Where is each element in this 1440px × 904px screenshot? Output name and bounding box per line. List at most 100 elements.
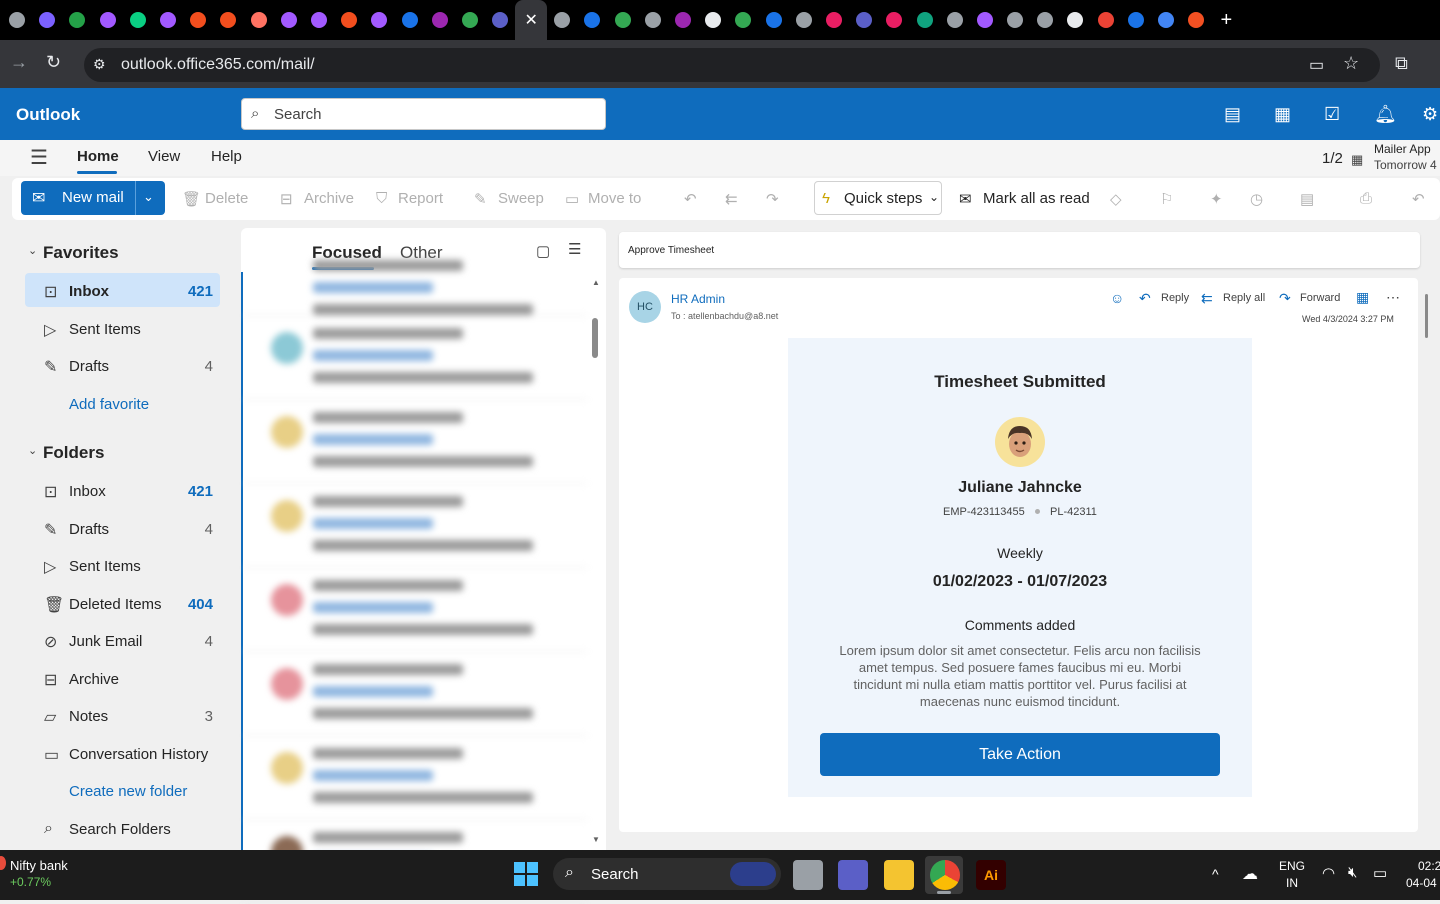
chevron-down-icon[interactable]: ⌄: [143, 189, 154, 205]
browser-tab[interactable]: [970, 0, 1000, 40]
browser-tab[interactable]: [1000, 0, 1030, 40]
new-tab-button[interactable]: +: [1211, 9, 1241, 32]
task-view-icon[interactable]: [793, 860, 823, 890]
teams-icon[interactable]: [838, 860, 868, 890]
forward-button[interactable]: Forward: [1300, 292, 1340, 304]
apps-grid-icon[interactable]: ▦: [1356, 289, 1369, 306]
sweep-icon[interactable]: ✎: [474, 190, 487, 208]
file-explorer-icon[interactable]: [884, 860, 914, 890]
settings-gear-icon[interactable]: ⚙: [1422, 104, 1438, 125]
browser-tab[interactable]: [608, 0, 638, 40]
install-app-icon[interactable]: ▭: [1309, 55, 1324, 75]
speaker-muted-icon[interactable]: 🔇︎: [1348, 864, 1357, 881]
take-action-button[interactable]: Take Action: [820, 733, 1220, 776]
clock-time[interactable]: 02:2: [1418, 859, 1440, 873]
emoji-react-icon[interactable]: ☺: [1110, 290, 1124, 306]
browser-tab[interactable]: [244, 0, 274, 40]
select-all-icon[interactable]: ▢: [536, 242, 550, 260]
reload-icon[interactable]: ↻: [46, 52, 61, 73]
more-actions-icon[interactable]: ⋯: [1386, 289, 1400, 306]
reply-icon[interactable]: ↶: [1139, 290, 1151, 307]
browser-tab[interactable]: [274, 0, 304, 40]
snooze-clock-icon[interactable]: ◷: [1250, 190, 1263, 208]
archive-icon[interactable]: ⊟: [280, 190, 293, 208]
browser-tab[interactable]: [425, 0, 455, 40]
delete-button[interactable]: Delete: [205, 190, 248, 207]
list-item[interactable]: [243, 484, 587, 568]
browser-tab[interactable]: [334, 0, 364, 40]
favorites-collapse-icon[interactable]: ⌄: [28, 244, 37, 257]
browser-tab[interactable]: [394, 0, 424, 40]
print-icon[interactable]: ⎙: [1360, 190, 1372, 207]
browser-tab[interactable]: [849, 0, 879, 40]
language-indicator[interactable]: ENG: [1279, 859, 1305, 873]
reply-icon[interactable]: ↶: [684, 190, 697, 208]
move-to-icon[interactable]: ▭: [565, 190, 579, 208]
browser-tab[interactable]: [577, 0, 607, 40]
scroll-up-icon[interactable]: ▲: [592, 278, 600, 287]
browser-tab[interactable]: [304, 0, 334, 40]
quick-steps-chevron-icon[interactable]: ⌄: [929, 190, 939, 204]
browser-tab[interactable]: [213, 0, 243, 40]
folders-header[interactable]: Folders: [43, 443, 104, 463]
browser-tab[interactable]: [364, 0, 394, 40]
notifications-bell-icon[interactable]: 🔔︎: [1374, 104, 1397, 125]
browser-tab[interactable]: [879, 0, 909, 40]
pin-icon[interactable]: ✦: [1210, 190, 1223, 208]
quick-steps-button[interactable]: Quick steps: [844, 190, 922, 207]
chrome-icon[interactable]: [930, 860, 960, 890]
illustrator-icon[interactable]: Ai: [976, 860, 1006, 890]
sender-avatar[interactable]: HC: [629, 291, 661, 323]
browser-tab[interactable]: [183, 0, 213, 40]
reply-all-icon[interactable]: ⇇: [725, 190, 738, 208]
browser-tab[interactable]: [909, 0, 939, 40]
browser-tab[interactable]: [668, 0, 698, 40]
sweep-button[interactable]: Sweep: [498, 190, 544, 207]
bookmark-star-icon[interactable]: ☆: [1343, 53, 1359, 74]
browser-tab[interactable]: [728, 0, 758, 40]
browser-tab[interactable]: [1181, 0, 1211, 40]
reply-all-icon[interactable]: ⇇: [1201, 290, 1213, 307]
folders-collapse-icon[interactable]: ⌄: [28, 444, 37, 457]
browser-tab[interactable]: [789, 0, 819, 40]
todo-icon[interactable]: ☑: [1324, 104, 1340, 125]
wifi-icon[interactable]: ◠: [1322, 864, 1335, 882]
browser-tab[interactable]: [62, 0, 92, 40]
browser-tab[interactable]: [1121, 0, 1151, 40]
word-icon[interactable]: ▦: [1274, 104, 1291, 125]
browser-tab[interactable]: [638, 0, 668, 40]
browser-tab[interactable]: [93, 0, 123, 40]
browser-tab[interactable]: [1030, 0, 1060, 40]
browser-tab[interactable]: [455, 0, 485, 40]
mark-all-read-button[interactable]: Mark all as read: [983, 190, 1090, 207]
forward-icon[interactable]: →: [10, 52, 28, 73]
list-item[interactable]: [243, 316, 587, 400]
browser-tab[interactable]: [1151, 0, 1181, 40]
list-item[interactable]: [243, 400, 587, 484]
reply-all-button[interactable]: Reply all: [1223, 292, 1265, 304]
url-text[interactable]: outlook.office365.com/mail/: [121, 56, 315, 74]
browser-tab[interactable]: [940, 0, 970, 40]
list-item[interactable]: [243, 568, 587, 652]
report-button[interactable]: Report: [398, 190, 443, 207]
flag-icon[interactable]: ⚐: [1160, 190, 1173, 208]
reading-scrollbar-thumb[interactable]: [1425, 294, 1428, 338]
tag-icon[interactable]: ◇: [1110, 190, 1122, 208]
create-folder-link[interactable]: Create new folder: [69, 783, 187, 800]
active-tab[interactable]: ✕: [515, 0, 548, 40]
shield-icon[interactable]: ⛉: [376, 190, 387, 207]
app-brand[interactable]: Outlook: [16, 105, 80, 125]
rules-icon[interactable]: ▤: [1300, 190, 1314, 208]
site-info-icon[interactable]: ⚙: [93, 56, 106, 73]
windows-start-icon[interactable]: [514, 862, 538, 886]
battery-icon[interactable]: ▭: [1373, 864, 1387, 882]
stock-name[interactable]: Nifty bank: [10, 858, 68, 873]
tray-chevron-icon[interactable]: ^: [1212, 866, 1219, 882]
reply-button[interactable]: Reply: [1161, 292, 1189, 304]
delete-icon[interactable]: 🗑︎: [182, 190, 201, 208]
forward-arrow-icon[interactable]: ↷: [766, 190, 779, 208]
scroll-down-icon[interactable]: ▼: [592, 835, 600, 844]
browser-tab[interactable]: [153, 0, 183, 40]
undo-icon[interactable]: ↶: [1412, 190, 1425, 208]
list-item[interactable]: [243, 260, 587, 316]
